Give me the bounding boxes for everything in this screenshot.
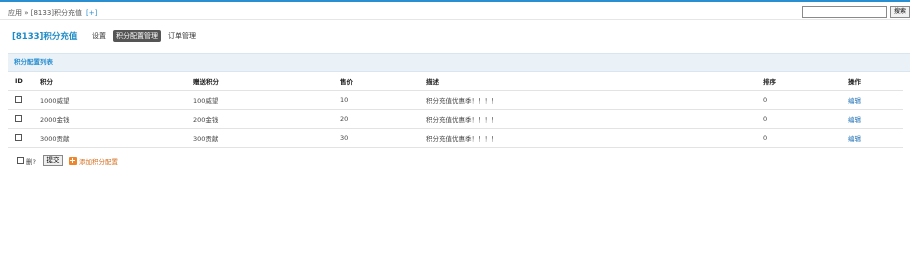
nav-item-score-config[interactable]: 积分配置管理: [113, 30, 161, 42]
score-config-panel: 积分配置列表 ID 积分 赠送积分 售价 描述 排序 操作 1000威望 100…: [8, 53, 910, 151]
table-footer: 删? 提交 添加积分配置: [17, 155, 118, 166]
breadcrumb-add-link[interactable]: [+]: [86, 9, 97, 17]
table-row: 3000贡献 300贡献 30 积分充值优惠季！！！！ 0 编辑: [8, 128, 903, 148]
panel-header: 积分配置列表: [8, 54, 910, 72]
row-checkbox[interactable]: [15, 115, 22, 122]
score-config-table: ID 积分 赠送积分 售价 描述 排序 操作 1000威望 100威望 10 积…: [8, 72, 903, 148]
breadcrumb: 应用 » [8133]积分充值 [+]: [8, 8, 97, 18]
row-checkbox[interactable]: [15, 134, 22, 141]
sub-nav: 设置 积分配置管理 订单管理: [89, 30, 199, 42]
table-header-row: ID 积分 赠送积分 售价 描述 排序 操作: [8, 72, 903, 91]
cell-price: 10: [340, 90, 426, 110]
cell-gift: 100威望: [193, 90, 340, 110]
col-op-header: 操作: [848, 72, 903, 91]
col-score-header: 积分: [40, 72, 193, 91]
cell-price: 30: [340, 128, 426, 148]
cell-desc: 积分充值优惠季！！！！: [426, 109, 763, 129]
submit-button[interactable]: 提交: [42, 155, 63, 166]
cell-desc: 积分充值优惠季！！！！: [426, 90, 763, 110]
edit-link[interactable]: 编辑: [848, 97, 861, 105]
edit-link[interactable]: 编辑: [848, 135, 861, 143]
table-row: 2000金钱 200金钱 20 积分充值优惠季！！！！ 0 编辑: [8, 109, 903, 129]
delete-checkbox[interactable]: [17, 157, 24, 164]
add-score-config-link[interactable]: 添加积分配置: [79, 156, 118, 166]
search-input[interactable]: [802, 6, 887, 18]
breadcrumb-text[interactable]: 应用 » [8133]积分充值: [8, 9, 82, 17]
add-icon[interactable]: [68, 156, 77, 165]
nav-item-settings[interactable]: 设置: [89, 30, 109, 42]
cell-sort: 0: [763, 128, 848, 148]
cell-price: 20: [340, 109, 426, 129]
page-title: [8133]积分充值: [12, 32, 78, 42]
col-gift-header: 赠送积分: [193, 72, 340, 91]
col-desc-header: 描述: [426, 72, 763, 91]
panel-title: 积分配置列表: [14, 58, 53, 66]
search-button[interactable]: 搜索: [890, 6, 910, 18]
top-bar: 应用 » [8133]积分充值 [+] 搜索: [0, 2, 910, 20]
delete-label: 删?: [26, 157, 36, 166]
cell-score: 2000金钱: [40, 109, 193, 129]
col-price-header: 售价: [340, 72, 426, 91]
row-checkbox[interactable]: [15, 96, 22, 103]
nav-item-orders[interactable]: 订单管理: [165, 30, 199, 42]
col-sort-header: 排序: [763, 72, 848, 91]
col-id-header: ID: [8, 72, 40, 91]
edit-link[interactable]: 编辑: [848, 116, 861, 124]
cell-desc: 积分充值优惠季！！！！: [426, 128, 763, 148]
cell-gift: 300贡献: [193, 128, 340, 148]
cell-gift: 200金钱: [193, 109, 340, 129]
cell-score: 1000威望: [40, 90, 193, 110]
cell-score: 3000贡献: [40, 128, 193, 148]
cell-sort: 0: [763, 109, 848, 129]
table-row: 1000威望 100威望 10 积分充值优惠季！！！！ 0 编辑: [8, 90, 903, 110]
cell-sort: 0: [763, 90, 848, 110]
